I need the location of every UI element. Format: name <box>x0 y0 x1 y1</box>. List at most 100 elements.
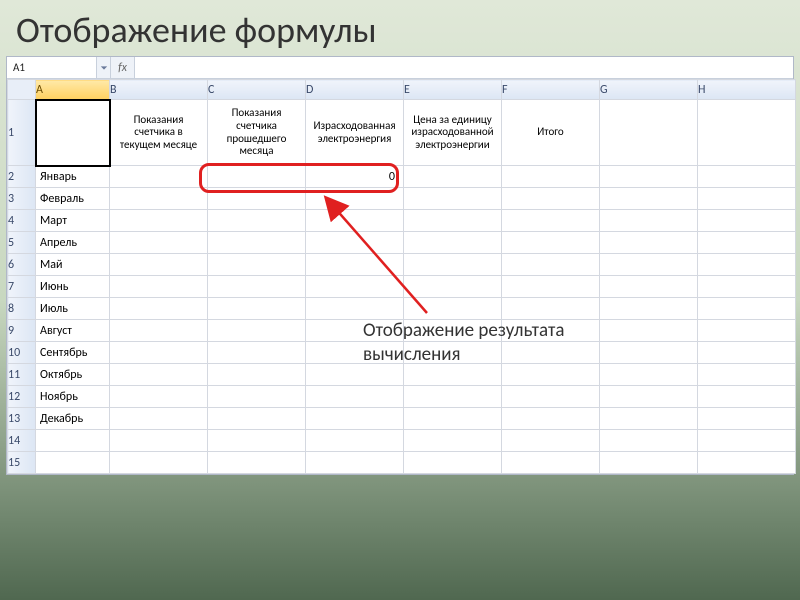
cell[interactable] <box>208 408 306 430</box>
cell[interactable]: Итого <box>502 100 600 166</box>
cell[interactable] <box>36 430 110 452</box>
col-header-g[interactable]: G <box>600 80 698 100</box>
cell[interactable] <box>110 320 208 342</box>
cell[interactable] <box>502 364 600 386</box>
cell[interactable] <box>110 408 208 430</box>
cell[interactable] <box>698 232 796 254</box>
month-cell[interactable]: Декабрь <box>36 408 110 430</box>
cell[interactable]: Израсходованная электроэнергия <box>306 100 404 166</box>
cell[interactable] <box>208 386 306 408</box>
cell[interactable] <box>600 232 698 254</box>
cell[interactable] <box>110 386 208 408</box>
month-cell[interactable]: Февраль <box>36 188 110 210</box>
cell[interactable] <box>306 430 404 452</box>
fx-button[interactable]: fx <box>111 57 135 78</box>
formula-bar-input[interactable] <box>135 57 793 78</box>
cell[interactable]: Показания счетчика в текущем месяце <box>110 100 208 166</box>
cell[interactable] <box>208 430 306 452</box>
cell[interactable] <box>110 364 208 386</box>
month-cell[interactable]: Июнь <box>36 276 110 298</box>
cell[interactable] <box>404 364 502 386</box>
cell[interactable] <box>600 430 698 452</box>
cell[interactable] <box>208 166 306 188</box>
cell[interactable] <box>110 166 208 188</box>
row-header[interactable]: 1 <box>8 100 36 166</box>
cell[interactable] <box>306 386 404 408</box>
cell[interactable] <box>600 100 698 166</box>
row-header[interactable]: 12 <box>8 386 36 408</box>
cell[interactable] <box>208 364 306 386</box>
cell[interactable] <box>306 298 404 320</box>
cell[interactable] <box>208 188 306 210</box>
cell[interactable] <box>404 386 502 408</box>
cell[interactable] <box>698 188 796 210</box>
cell[interactable]: Цена за единицу израсходованной электроэ… <box>404 100 502 166</box>
cell[interactable] <box>110 232 208 254</box>
col-header-e[interactable]: E <box>404 80 502 100</box>
cell[interactable] <box>208 342 306 364</box>
month-cell[interactable]: Март <box>36 210 110 232</box>
month-cell[interactable]: Июль <box>36 298 110 320</box>
row-header[interactable]: 13 <box>8 408 36 430</box>
month-cell[interactable]: Октябрь <box>36 364 110 386</box>
cell[interactable] <box>600 386 698 408</box>
cell[interactable] <box>698 254 796 276</box>
cell[interactable] <box>698 386 796 408</box>
cell[interactable] <box>306 408 404 430</box>
cell[interactable] <box>306 188 404 210</box>
cell[interactable] <box>698 166 796 188</box>
col-header-c[interactable]: C <box>208 80 306 100</box>
cell[interactable] <box>208 232 306 254</box>
cell[interactable] <box>404 298 502 320</box>
cell[interactable] <box>404 408 502 430</box>
cell[interactable] <box>502 298 600 320</box>
cell[interactable] <box>110 276 208 298</box>
cell[interactable] <box>502 188 600 210</box>
col-header-a[interactable]: A <box>36 80 110 100</box>
row-header[interactable]: 2 <box>8 166 36 188</box>
cell[interactable] <box>600 166 698 188</box>
month-cell[interactable]: Август <box>36 320 110 342</box>
cell[interactable] <box>600 452 698 474</box>
cell[interactable] <box>208 254 306 276</box>
row-header[interactable]: 6 <box>8 254 36 276</box>
cell[interactable] <box>600 188 698 210</box>
cell[interactable] <box>600 276 698 298</box>
row-header[interactable]: 7 <box>8 276 36 298</box>
month-cell[interactable]: Май <box>36 254 110 276</box>
name-box[interactable]: A1 <box>7 57 97 78</box>
col-header-f[interactable]: F <box>502 80 600 100</box>
cell[interactable] <box>698 298 796 320</box>
cell[interactable] <box>502 276 600 298</box>
cell[interactable] <box>404 188 502 210</box>
row-header[interactable]: 15 <box>8 452 36 474</box>
cell[interactable] <box>404 210 502 232</box>
cell[interactable] <box>110 254 208 276</box>
cell[interactable] <box>600 408 698 430</box>
cell[interactable] <box>502 386 600 408</box>
name-box-dropdown[interactable] <box>97 57 111 78</box>
month-cell[interactable]: Январь <box>36 166 110 188</box>
select-all-corner[interactable] <box>8 80 36 100</box>
row-header[interactable]: 5 <box>8 232 36 254</box>
cell[interactable] <box>208 298 306 320</box>
cell[interactable] <box>404 430 502 452</box>
col-header-d[interactable]: D <box>306 80 404 100</box>
col-header-b[interactable]: B <box>110 80 208 100</box>
cell[interactable] <box>110 188 208 210</box>
cell[interactable] <box>698 100 796 166</box>
cell[interactable] <box>306 364 404 386</box>
col-header-h[interactable]: H <box>698 80 796 100</box>
cell[interactable] <box>698 342 796 364</box>
row-header[interactable]: 8 <box>8 298 36 320</box>
cell[interactable] <box>698 452 796 474</box>
cell[interactable] <box>110 342 208 364</box>
cell[interactable] <box>502 408 600 430</box>
row-header[interactable]: 14 <box>8 430 36 452</box>
cell[interactable] <box>698 276 796 298</box>
cell[interactable] <box>502 254 600 276</box>
row-header[interactable]: 11 <box>8 364 36 386</box>
cell[interactable] <box>502 430 600 452</box>
cell[interactable] <box>600 254 698 276</box>
month-cell[interactable]: Ноябрь <box>36 386 110 408</box>
